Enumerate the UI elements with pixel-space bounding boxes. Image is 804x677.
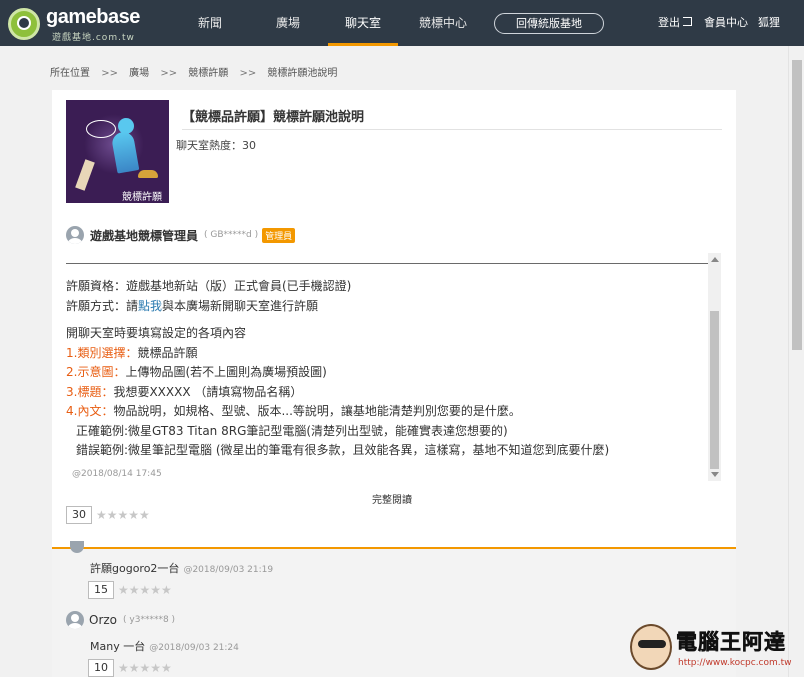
comment-score: 15 <box>88 581 114 599</box>
user-name-link[interactable]: 狐狸 <box>758 0 780 46</box>
nav-plaza[interactable]: 廣場 <box>264 0 312 46</box>
click-me-link[interactable]: 點我 <box>138 299 162 313</box>
title-divider <box>182 129 722 130</box>
post-line: 3.標題：我想要XXXXX （請填寫物品名稱） <box>66 384 303 399</box>
thumbnail-tag: 競標許願 <box>122 192 162 203</box>
logout-label: 登出 <box>658 16 680 29</box>
post-rating: 30 ★★★★★ <box>66 506 150 524</box>
comment-rating: 10 ★★★★★ <box>88 659 172 677</box>
post-line: 1.類別選擇：競標品許願 <box>66 345 198 360</box>
scroll-thumb[interactable] <box>710 311 719 469</box>
chatroom-thumbnail: 競標許願 <box>66 100 169 203</box>
post-line: 2.示意圖：上傳物品圖(若不上圖則為廣場預設圖) <box>66 365 327 379</box>
lamp-icon <box>138 170 158 178</box>
nav-news[interactable]: 新聞 <box>186 0 234 46</box>
member-center-link[interactable]: 會員中心 <box>704 0 748 46</box>
nav-chatroom[interactable]: 聊天室 <box>328 0 398 46</box>
author-name[interactable]: 遊戲基地競標管理員 <box>90 227 198 244</box>
post-line: 4.內文：物品說明，如規格、型號、版本...等說明，讓基地能清楚判別您要的是什麼… <box>66 404 521 418</box>
logout-link[interactable]: 登出 <box>658 0 692 46</box>
post-date: @2018/08/14 17:45 <box>72 469 162 479</box>
gamebase-logo-icon <box>8 8 40 40</box>
comment-time: @2018/09/03 21:24 <box>149 643 239 653</box>
admin-badge: 管理員 <box>262 227 296 243</box>
avatar-icon <box>70 541 84 553</box>
logo-text: gamebase <box>46 6 140 28</box>
watermark-url: http://www.kocpc.com.tw <box>678 658 792 668</box>
comment-time: @2018/09/03 21:19 <box>183 565 274 575</box>
gamebase-logo[interactable]: gamebase 遊戲基地.com.tw <box>8 5 158 43</box>
avatar-icon <box>66 611 84 629</box>
classic-version-button[interactable]: 回傳統版基地 <box>494 13 604 34</box>
breadcrumb-label: 所在位置 <box>50 68 90 79</box>
post-line: 錯誤範例:微星筆記型電腦 (微星出的筆電有很多款，且效能各異，這樣寫，基地不知道… <box>76 443 610 457</box>
breadcrumb: 所在位置 >> 廣場 >> 競標許願 >> 競標許願池說明 <box>50 64 345 79</box>
read-more-link[interactable]: 完整閱讀 <box>372 491 412 506</box>
post-line: 正確範例:微星GT83 Titan 8RG筆記型電腦(清楚列出型號，能確實表達您… <box>76 423 508 438</box>
comment-text: 許願gogoro2一台 @2018/09/03 21:19 <box>90 562 274 575</box>
comment-author: Orzo ( y3*****8 ) <box>66 611 175 629</box>
scroll-down-icon[interactable] <box>711 472 719 477</box>
post-scrollbar[interactable] <box>708 253 721 481</box>
author-id: ( y3*****8 ) <box>123 615 176 625</box>
post-score: 30 <box>66 506 92 524</box>
breadcrumb-plaza[interactable]: 廣場 <box>129 68 149 79</box>
chatroom-card: 競標許願 【競標品許願】競標許願池說明 聊天室熱度：30 遊戲基地競標管理員 (… <box>52 90 736 547</box>
comment-rating: 15 ★★★★★ <box>88 581 172 599</box>
comment-score: 10 <box>88 659 114 677</box>
ring-icon <box>86 120 116 138</box>
post-author: 遊戲基地競標管理員 ( GB*****d ) 管理員 <box>66 224 296 246</box>
top-navbar: gamebase 遊戲基地.com.tw 新聞 廣場 聊天室 競標中心 回傳統版… <box>0 0 804 46</box>
breadcrumb-separator: >> <box>239 68 257 79</box>
scroll-up-icon[interactable] <box>711 257 719 262</box>
post-divider <box>66 263 720 264</box>
chatroom-title: 【競標品許願】競標許願池說明 <box>182 110 365 125</box>
watermark: 電腦王阿達 http://www.kocpc.com.tw <box>630 624 800 676</box>
post-content: 許願資格：遊戲基地新站（版）正式會員(已手機認證) 許願方式：請點我與本廣場新開… <box>66 277 706 461</box>
post-line: 許願資格：遊戲基地新站（版）正式會員(已手機認證) <box>66 279 352 293</box>
star-rating-icon[interactable]: ★★★★★ <box>118 583 172 597</box>
post-line: 許願方式：請點我與本廣場新開聊天室進行許願 <box>66 298 319 313</box>
page-scroll-thumb[interactable] <box>792 60 802 350</box>
watermark-text: 電腦王阿達 <box>676 630 786 655</box>
breadcrumb-separator: >> <box>101 68 118 79</box>
comment-text: Many 一台 @2018/09/03 21:24 <box>90 640 239 653</box>
author-name[interactable]: Orzo <box>89 613 117 627</box>
star-rating-icon[interactable]: ★★★★★ <box>118 661 172 675</box>
watermark-face-icon <box>630 624 672 670</box>
breadcrumb-auction-wish[interactable]: 競標許願 <box>188 68 228 79</box>
logout-icon <box>683 17 692 26</box>
star-rating-icon[interactable]: ★★★★★ <box>96 508 150 522</box>
avatar-icon <box>66 226 84 244</box>
nav-auction-center[interactable]: 競標中心 <box>410 0 476 46</box>
breadcrumb-separator: >> <box>160 68 178 79</box>
page-scrollbar[interactable] <box>788 46 804 677</box>
chatroom-heat: 聊天室熱度：30 <box>176 139 256 152</box>
post-line: 開聊天室時要填寫設定的各項內容 <box>66 326 247 340</box>
logo-subtext: 遊戲基地.com.tw <box>52 33 135 43</box>
author-id: ( GB*****d ) <box>204 230 259 240</box>
breadcrumb-current: 競標許願池說明 <box>267 68 338 79</box>
